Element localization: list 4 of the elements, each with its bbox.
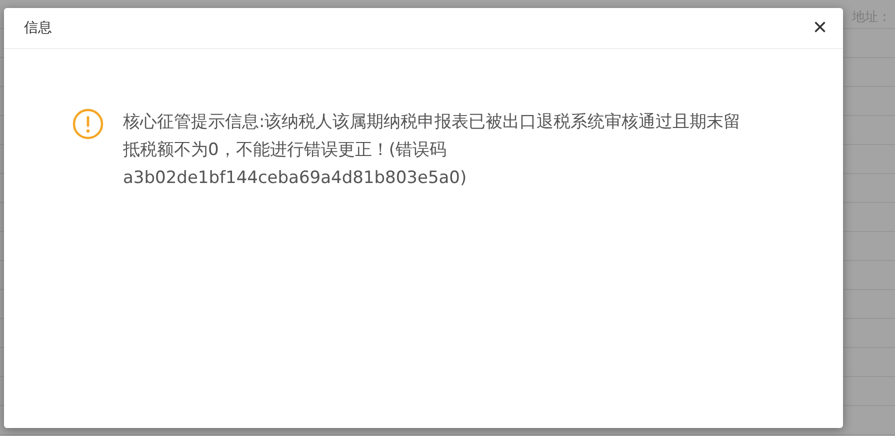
- dialog-title: 信息: [24, 19, 52, 37]
- warning-icon: [72, 108, 104, 140]
- error-message: 核心征管提示信息:该纳税人该属期纳税申报表已被出口退税系统审核通过且期末留抵税额不为0，不能进行错误更正！(错误码a3b02de1bf144ceba69a4d81b803e5a0): [123, 111, 742, 190]
- close-button[interactable]: ×: [808, 16, 831, 40]
